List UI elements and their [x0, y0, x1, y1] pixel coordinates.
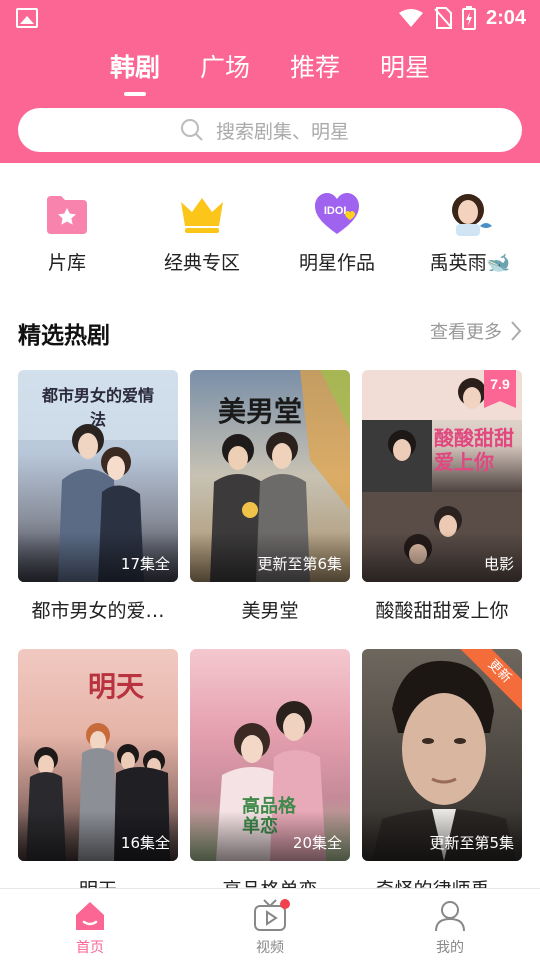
- tab-recommend[interactable]: 推荐: [275, 48, 355, 88]
- drama-title[interactable]: 都市男女的爱…: [18, 596, 178, 623]
- top-tabs: 韩剧 广场 推荐 明星: [0, 48, 540, 98]
- tab-square[interactable]: 广场: [185, 48, 265, 88]
- poster-title-text: 美男堂: [218, 395, 303, 428]
- view-more-label: 查看更多: [430, 322, 502, 343]
- drama-card[interactable]: 酸酸甜甜爱上你 7.9 电影 酸酸甜甜爱上你: [362, 370, 522, 623]
- drama-poster[interactable]: 明天 16集全: [18, 649, 178, 861]
- category-star-works-label: 明星作品: [298, 252, 375, 274]
- nav-home[interactable]: 首页: [40, 899, 140, 957]
- user-icon: [433, 899, 467, 933]
- bottom-nav: 首页 视频 我的: [0, 888, 540, 960]
- search-input[interactable]: 搜索剧集、明星: [18, 108, 522, 152]
- poster-title-text: 酸酸甜甜爱上你: [434, 426, 514, 474]
- category-classics-label: 经典专区: [163, 252, 240, 274]
- gallery-notification-icon: [16, 8, 38, 28]
- drama-title[interactable]: 美男堂: [190, 596, 350, 623]
- category-classics[interactable]: 经典专区: [142, 180, 262, 275]
- wifi-icon: [398, 9, 423, 27]
- avatar-whale-icon: [446, 190, 494, 238]
- nav-video[interactable]: 视频: [220, 899, 320, 957]
- tab-korean-drama[interactable]: 韩剧: [95, 48, 175, 88]
- poster-title-text: 明天: [88, 670, 145, 703]
- no-sim-icon: [434, 7, 452, 29]
- chevron-right-icon: [511, 321, 522, 341]
- category-featured-star-label: 禹英雨🐋: [429, 252, 511, 274]
- nav-home-label: 首页: [76, 940, 104, 956]
- drama-title[interactable]: 酸酸甜甜爱上你: [362, 596, 522, 623]
- crown-icon: [178, 190, 226, 238]
- nav-profile-label: 我的: [436, 940, 464, 956]
- category-library-label: 片库: [47, 252, 86, 274]
- battery-charging-icon: [461, 6, 476, 30]
- drama-card[interactable]: 更新 更新至第5集 奇怪的律师禹…: [362, 649, 522, 902]
- status-bar: 2:04: [0, 0, 540, 36]
- drama-poster[interactable]: 高品格单恋 20集全: [190, 649, 350, 861]
- nav-video-label: 视频: [256, 940, 284, 956]
- episode-badge: 20集全: [292, 834, 342, 852]
- episode-badge: 更新至第5集: [429, 834, 514, 852]
- home-icon: [73, 899, 107, 933]
- idol-heart-icon: IDOL: [313, 190, 361, 238]
- folder-star-icon: [43, 190, 91, 238]
- section-title: 精选热剧: [18, 323, 110, 349]
- category-featured-star[interactable]: 禹英雨🐋: [410, 180, 530, 275]
- episode-badge: 16集全: [120, 834, 170, 852]
- drama-poster[interactable]: 都市男女的爱情法 17集全: [18, 370, 178, 582]
- search-icon: [181, 119, 203, 141]
- drama-card[interactable]: 高品格单恋 20集全 高品格单恋: [190, 649, 350, 902]
- episode-badge: 17集全: [120, 555, 170, 573]
- search-placeholder: 搜索剧集、明星: [216, 120, 350, 143]
- drama-card[interactable]: 都市男女的爱情法 17集全 都市男女的爱…: [18, 370, 178, 623]
- category-library[interactable]: 片库: [7, 180, 127, 275]
- drama-card[interactable]: 明天 16集全 明天: [18, 649, 178, 902]
- tv-icon: [253, 899, 290, 933]
- drama-poster[interactable]: 酸酸甜甜爱上你 7.9 电影: [362, 370, 522, 582]
- tab-stars[interactable]: 明星: [365, 48, 445, 88]
- status-time: 2:04: [485, 6, 526, 29]
- episode-badge: 电影: [483, 555, 514, 573]
- category-row: 片库 经典专区 IDOL 明星作品 禹英雨🐋: [0, 180, 540, 280]
- episode-badge: 更新至第6集: [257, 555, 342, 573]
- header: 2:04 韩剧 广场 推荐 明星 搜索剧集、明星: [0, 0, 540, 163]
- poster-title-text: 都市男女的爱情法: [41, 386, 154, 429]
- view-more-link[interactable]: 查看更多: [430, 318, 522, 344]
- category-star-works[interactable]: IDOL 明星作品: [277, 180, 397, 275]
- drama-poster[interactable]: 美男堂 更新至第6集: [190, 370, 350, 582]
- drama-poster[interactable]: 更新 更新至第5集: [362, 649, 522, 861]
- nav-profile[interactable]: 我的: [400, 899, 500, 957]
- drama-card[interactable]: 美男堂 更新至第6集 美男堂: [190, 370, 350, 623]
- active-tab-indicator: [124, 92, 146, 96]
